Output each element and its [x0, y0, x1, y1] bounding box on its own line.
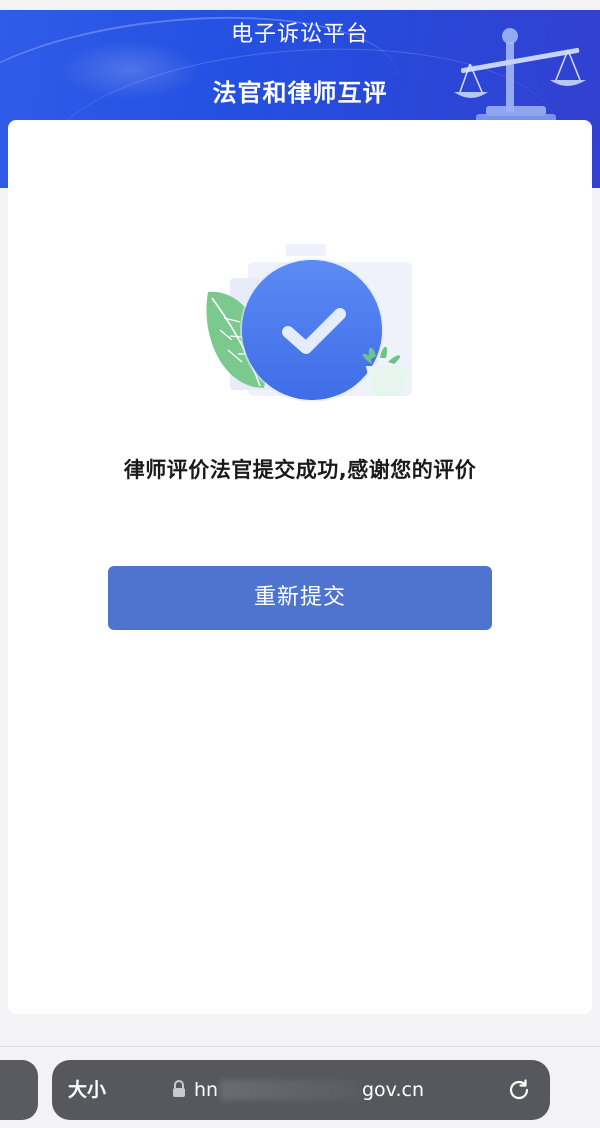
- lock-icon: [173, 1080, 185, 1097]
- text-size-button[interactable]: 大小: [68, 1060, 106, 1120]
- toolbar-divider: [0, 1046, 600, 1047]
- result-card: 律师评价法官提交成功,感谢您的评价 重新提交: [8, 120, 592, 1014]
- reload-icon[interactable]: [506, 1077, 532, 1103]
- url-redacted: [220, 1080, 360, 1100]
- success-message: 律师评价法官提交成功,感谢您的评价: [123, 458, 477, 482]
- success-illustration: [206, 244, 412, 402]
- resubmit-button[interactable]: 重新提交: [108, 566, 492, 630]
- address-bar[interactable]: 大小 hn gov.cn: [52, 1060, 550, 1120]
- justice-scale-icon: [454, 28, 586, 122]
- url-text-start[interactable]: hn: [194, 1060, 218, 1120]
- top-strip: [0, 0, 600, 10]
- tabs-overview-button[interactable]: [0, 1060, 38, 1120]
- url-text-end[interactable]: gov.cn: [362, 1060, 424, 1120]
